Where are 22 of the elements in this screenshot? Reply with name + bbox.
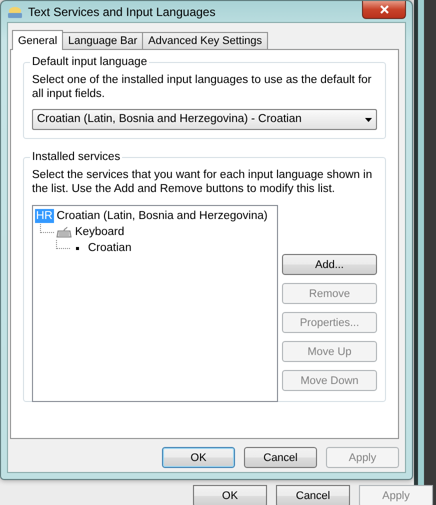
bullet-icon — [76, 246, 79, 250]
group-title: Default input language — [30, 55, 150, 69]
tree-item[interactable]: Keyboard — [75, 225, 124, 239]
dialog-button[interactable]: Cancel — [276, 485, 350, 505]
action-button[interactable]: Add... — [282, 254, 377, 275]
tab[interactable]: Advanced Key Settings — [142, 32, 268, 49]
keyboard-icon — [56, 226, 72, 238]
app-icon — [7, 4, 23, 18]
dialog-button[interactable]: OK — [193, 485, 267, 505]
window-title: Text Services and Input Languages — [28, 4, 216, 20]
close-icon — [380, 5, 388, 14]
description-text: Select the services that you want for each input language shown in the list. Use the Add and Remove buttons to modify this list. — [32, 168, 374, 196]
tab[interactable]: Language Bar — [62, 32, 144, 49]
dialog-button[interactable]: OK — [162, 447, 235, 468]
dialog-button[interactable]: Cancel — [244, 447, 317, 468]
dropdown-arrow-icon — [365, 118, 372, 122]
description-text: Select one of the installed input languages to use as the default for all input fields. — [32, 73, 372, 101]
tree-item[interactable]: Croatian (Latin, Bosnia and Herzegovina) — [56, 209, 268, 223]
tree-item[interactable]: Croatian — [88, 241, 132, 255]
language-dropdown[interactable]: Croatian (Latin, Bosnia and Herzegovina) - Croatian — [32, 109, 377, 130]
tab[interactable]: General — [12, 30, 64, 50]
close-button[interactable] — [362, 1, 406, 19]
